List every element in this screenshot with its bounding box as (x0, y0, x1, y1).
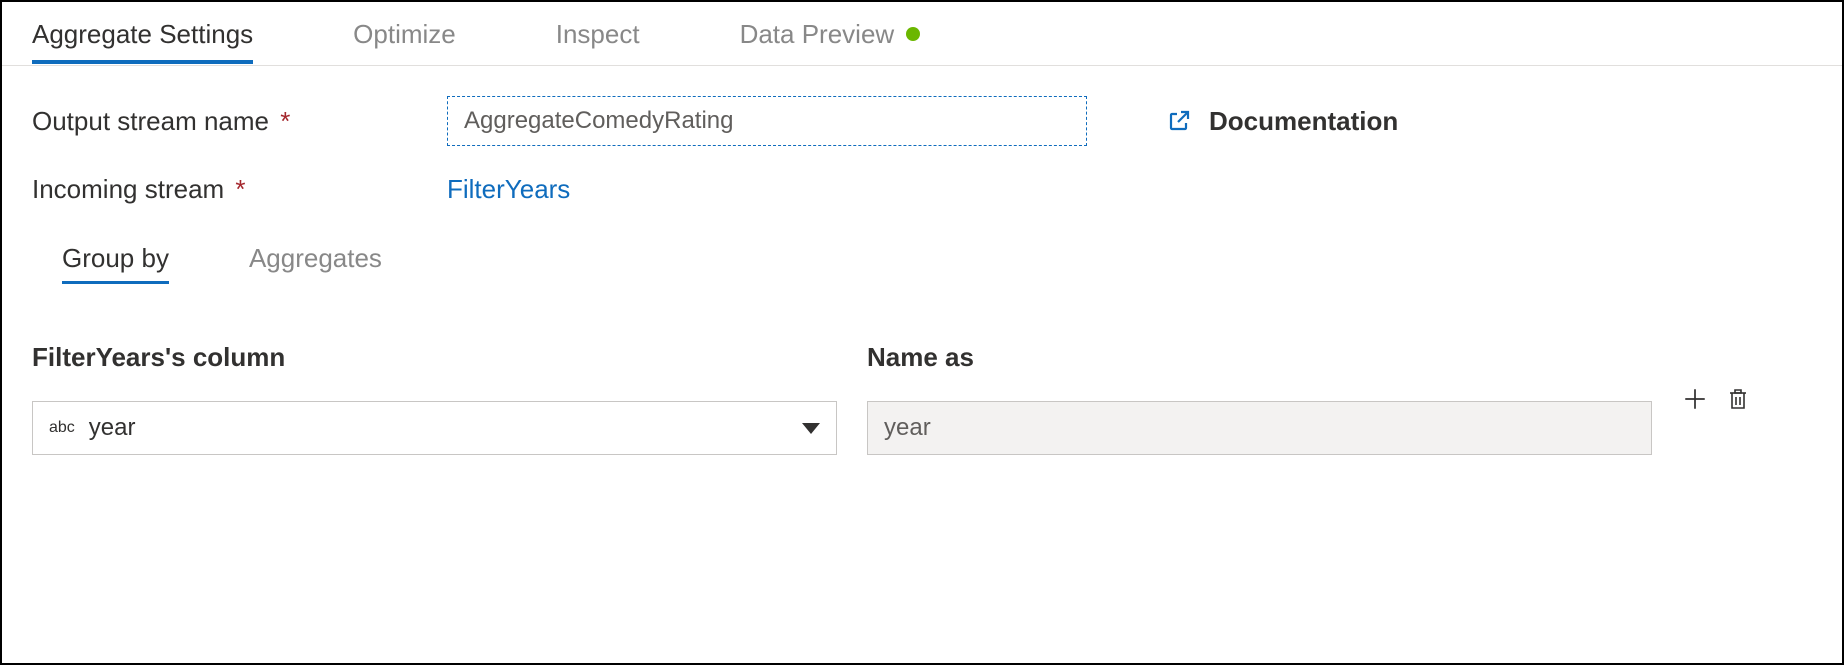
output-stream-row: Output stream name * Documentation (32, 96, 1812, 146)
tab-label: Data Preview (740, 19, 895, 50)
documentation-label: Documentation (1209, 106, 1398, 137)
output-stream-name-input[interactable] (447, 96, 1087, 146)
name-as-header: Name as (867, 342, 1652, 373)
tab-optimize[interactable]: Optimize (353, 5, 456, 63)
subtab-aggregates[interactable]: Aggregates (249, 235, 382, 282)
name-as-input[interactable] (867, 401, 1652, 455)
column-dropdown[interactable]: abc year (32, 401, 837, 455)
subtab-group-by[interactable]: Group by (62, 235, 169, 282)
required-asterisk-icon: * (280, 106, 290, 136)
main-tabs: Aggregate Settings Optimize Inspect Data… (2, 2, 1842, 66)
delete-row-button[interactable] (1726, 386, 1750, 412)
tab-data-preview[interactable]: Data Preview (740, 5, 921, 63)
tab-aggregate-settings[interactable]: Aggregate Settings (32, 5, 253, 63)
label-text: Incoming stream (32, 174, 224, 204)
label-text: Output stream name (32, 106, 269, 136)
incoming-stream-link[interactable]: FilterYears (447, 174, 570, 205)
source-column-header: FilterYears's column (32, 342, 837, 373)
source-column-group: FilterYears's column abc year (32, 342, 837, 455)
type-badge: abc (49, 419, 75, 437)
sub-tabs: Group by Aggregates (62, 235, 1812, 282)
add-row-button[interactable] (1682, 386, 1708, 412)
documentation-link[interactable]: Documentation (1167, 106, 1398, 137)
required-asterisk-icon: * (235, 174, 245, 204)
output-stream-label: Output stream name * (32, 106, 447, 137)
external-link-icon (1167, 109, 1191, 133)
aggregate-settings-panel: Aggregate Settings Optimize Inspect Data… (0, 0, 1844, 665)
row-actions (1682, 386, 1750, 412)
tab-label: Aggregate Settings (32, 19, 253, 50)
group-by-columns: FilterYears's column abc year Name as (32, 342, 1812, 455)
column-value: year (89, 414, 136, 442)
tab-inspect[interactable]: Inspect (556, 5, 640, 63)
subtab-label: Group by (62, 243, 169, 273)
tab-label: Inspect (556, 19, 640, 50)
content-area: Output stream name * Documentation Incom… (2, 66, 1842, 455)
incoming-stream-row: Incoming stream * FilterYears (32, 174, 1812, 205)
status-dot-icon (906, 27, 920, 41)
name-as-group: Name as (867, 342, 1652, 455)
subtab-label: Aggregates (249, 243, 382, 273)
tab-label: Optimize (353, 19, 456, 50)
chevron-down-icon (802, 423, 820, 434)
incoming-stream-label: Incoming stream * (32, 174, 447, 205)
